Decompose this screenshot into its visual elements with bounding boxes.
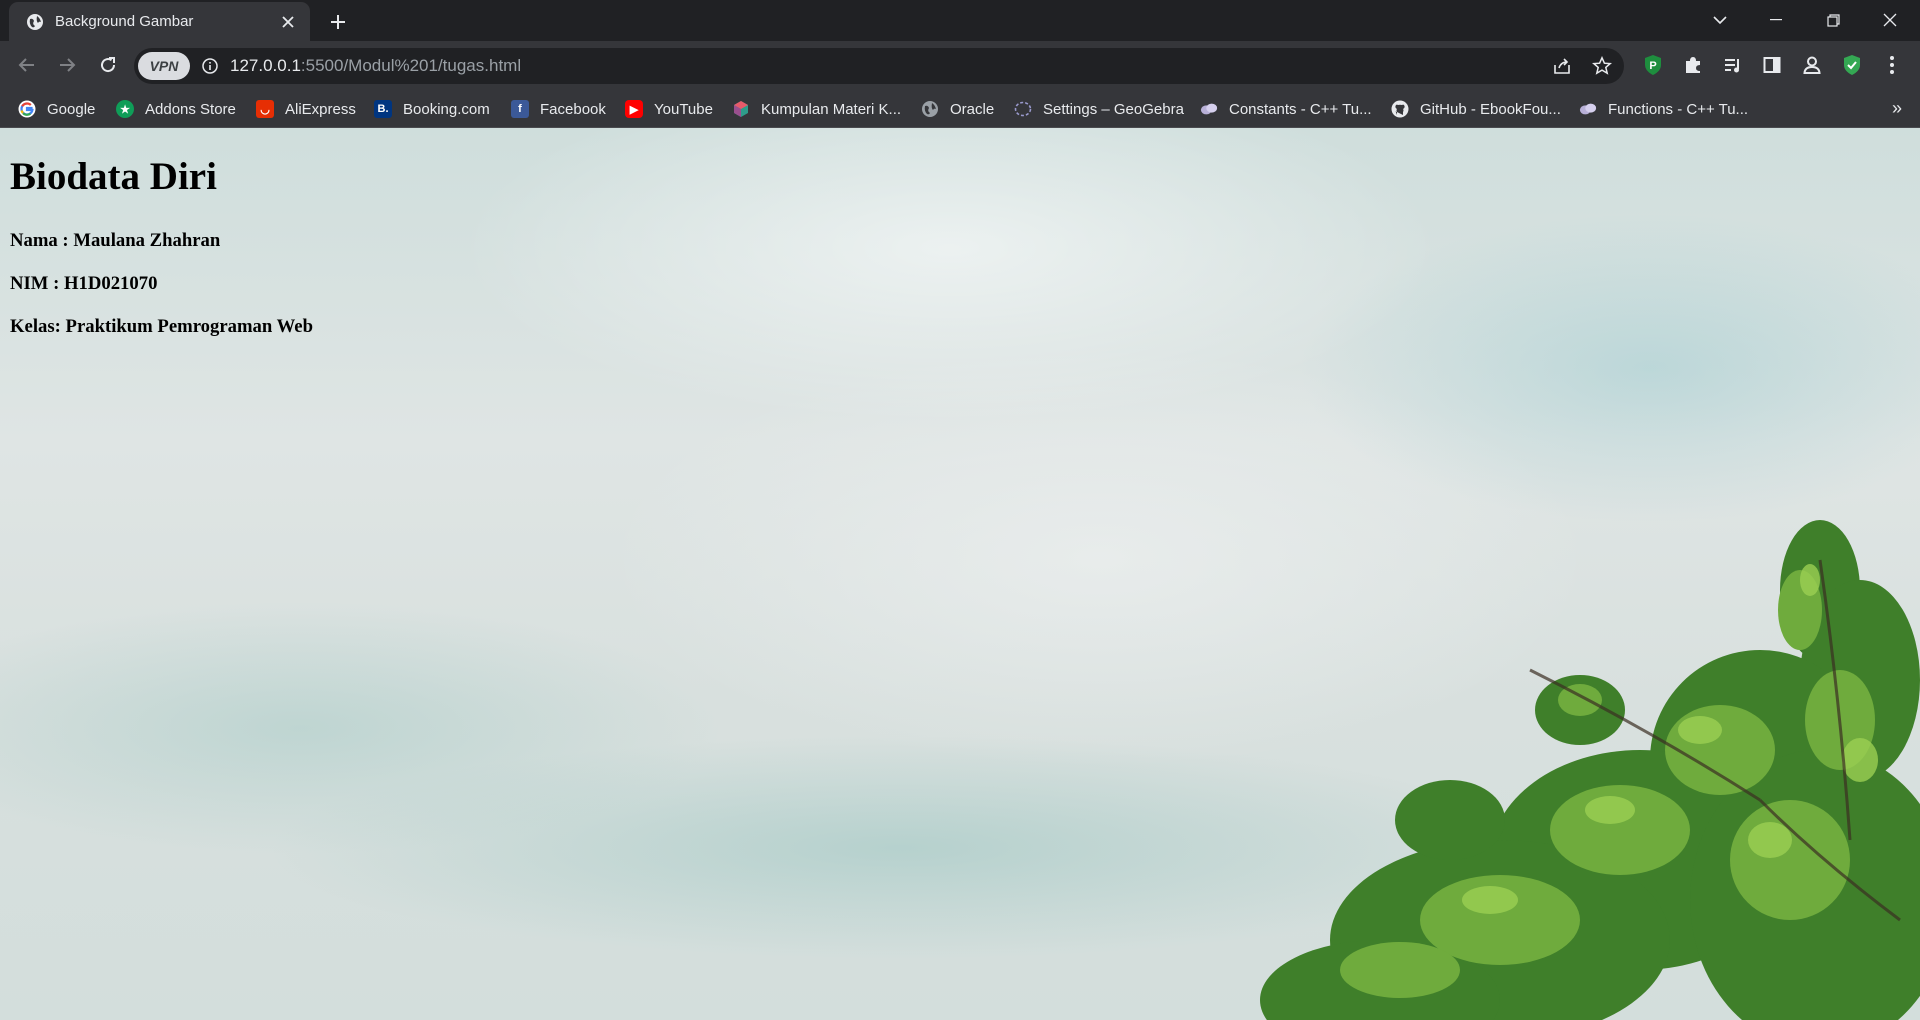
addons-store-icon: ★: [116, 100, 134, 118]
bookmark-label: Booking.com: [403, 100, 490, 118]
tab-strip: Background Gambar: [0, 0, 1920, 41]
bookmark-github[interactable]: GitHub - EbookFou...: [1391, 96, 1561, 122]
security-check-icon[interactable]: [1839, 52, 1865, 78]
booking-icon: B.: [374, 100, 392, 118]
bookmark-label: Google: [47, 100, 96, 118]
geogebra-icon: [1014, 100, 1032, 118]
bookmark-label: Oracle: [950, 100, 995, 118]
bookmark-label: Settings – GeoGebra: [1043, 100, 1184, 118]
minimize-icon[interactable]: [1748, 0, 1804, 40]
url-path: :5500/Modul%201/tugas.html: [300, 56, 522, 75]
page-content: Biodata Diri Nama : Maulana Zhahran NIM …: [10, 128, 313, 337]
side-panel-icon[interactable]: [1759, 52, 1785, 78]
bookmark-addons-store[interactable]: ★ Addons Store: [116, 96, 236, 122]
bookmark-constants-cpp[interactable]: Constants - C++ Tu...: [1200, 96, 1372, 122]
address-bar[interactable]: VPN 127.0.0.1:5500/Modul%201/tugas.html: [134, 48, 1624, 84]
cplusplus-icon: [1200, 100, 1218, 118]
bookmark-label: YouTube: [654, 100, 713, 118]
back-icon[interactable]: [11, 49, 43, 81]
bookmark-label: Constants - C++ Tu...: [1229, 100, 1372, 118]
vpn-badge[interactable]: VPN: [138, 52, 190, 80]
reading-list-icon[interactable]: [1720, 52, 1746, 78]
bookmark-google[interactable]: Google: [18, 96, 95, 122]
page-viewport: Biodata Diri Nama : Maulana Zhahran NIM …: [0, 128, 1920, 1020]
extensions-puzzle-icon[interactable]: [1680, 52, 1706, 78]
bookmarks-bar: Google ★ Addons Store ◡ AliExpress B. Bo…: [0, 90, 1920, 128]
bookmark-label: Addons Store: [145, 100, 236, 118]
close-tab-icon[interactable]: [278, 12, 298, 32]
bookmark-kumpulan-materi[interactable]: Kumpulan Materi K...: [732, 96, 901, 122]
tab-background-gambar[interactable]: Background Gambar: [9, 2, 310, 41]
menu-kebab-icon[interactable]: [1879, 52, 1905, 78]
share-icon[interactable]: [1550, 54, 1574, 78]
bookmark-label: Functions - C++ Tu...: [1608, 100, 1749, 118]
more-bookmarks-icon[interactable]: »: [1892, 98, 1902, 119]
bookmark-booking[interactable]: B. Booking.com: [374, 96, 490, 122]
url-host: 127.0.0.1: [230, 56, 301, 75]
tab-search-icon[interactable]: [1692, 0, 1748, 40]
url-text[interactable]: 127.0.0.1:5500/Modul%201/tugas.html: [230, 56, 521, 76]
forward-icon[interactable]: [51, 49, 83, 81]
reload-icon[interactable]: [92, 49, 124, 81]
google-icon: [18, 100, 36, 118]
browser-toolbar: VPN 127.0.0.1:5500/Modul%201/tugas.html …: [0, 41, 1920, 90]
profile-avatar-icon[interactable]: [1799, 52, 1825, 78]
bookmark-label: AliExpress: [285, 100, 356, 118]
globe-icon: [921, 100, 939, 118]
bookmark-label: Kumpulan Materi K...: [761, 100, 902, 118]
bookmark-aliexpress[interactable]: ◡ AliExpress: [256, 96, 356, 122]
cube-icon: [732, 100, 750, 118]
bookmark-label: GitHub - EbookFou...: [1420, 100, 1561, 118]
bookmark-geogebra[interactable]: Settings – GeoGebra: [1014, 96, 1184, 122]
bookmark-oracle[interactable]: Oracle: [921, 96, 994, 122]
bookmark-star-icon[interactable]: [1590, 54, 1614, 78]
bookmark-label: Facebook: [540, 100, 606, 118]
svg-text:P: P: [1649, 60, 1656, 72]
bookmark-youtube[interactable]: ▶ YouTube: [625, 96, 713, 122]
new-tab-button[interactable]: [324, 8, 352, 36]
bookmark-functions-cpp[interactable]: Functions - C++ Tu...: [1579, 96, 1748, 122]
aliexpress-icon: ◡: [256, 100, 274, 118]
restore-icon[interactable]: [1805, 0, 1861, 40]
nama-text: Nama : Maulana Zhahran: [10, 230, 221, 251]
close-window-icon[interactable]: [1862, 0, 1918, 40]
tree-foliage-image: [1260, 520, 1920, 1020]
kelas-text: Kelas: Praktikum Pemrograman Web: [10, 316, 313, 337]
youtube-icon: ▶: [625, 100, 643, 118]
facebook-icon: f: [511, 100, 529, 118]
tab-title: Background Gambar: [55, 13, 194, 30]
site-info-icon[interactable]: [200, 56, 220, 76]
github-icon: [1391, 100, 1409, 118]
shield-extension-icon[interactable]: P: [1640, 52, 1666, 78]
page-heading: Biodata Diri: [10, 155, 217, 198]
bookmark-facebook[interactable]: f Facebook: [511, 96, 606, 122]
globe-icon: [25, 12, 45, 32]
cplusplus-icon: [1579, 100, 1597, 118]
nim-text: NIM : H1D021070: [10, 273, 158, 294]
